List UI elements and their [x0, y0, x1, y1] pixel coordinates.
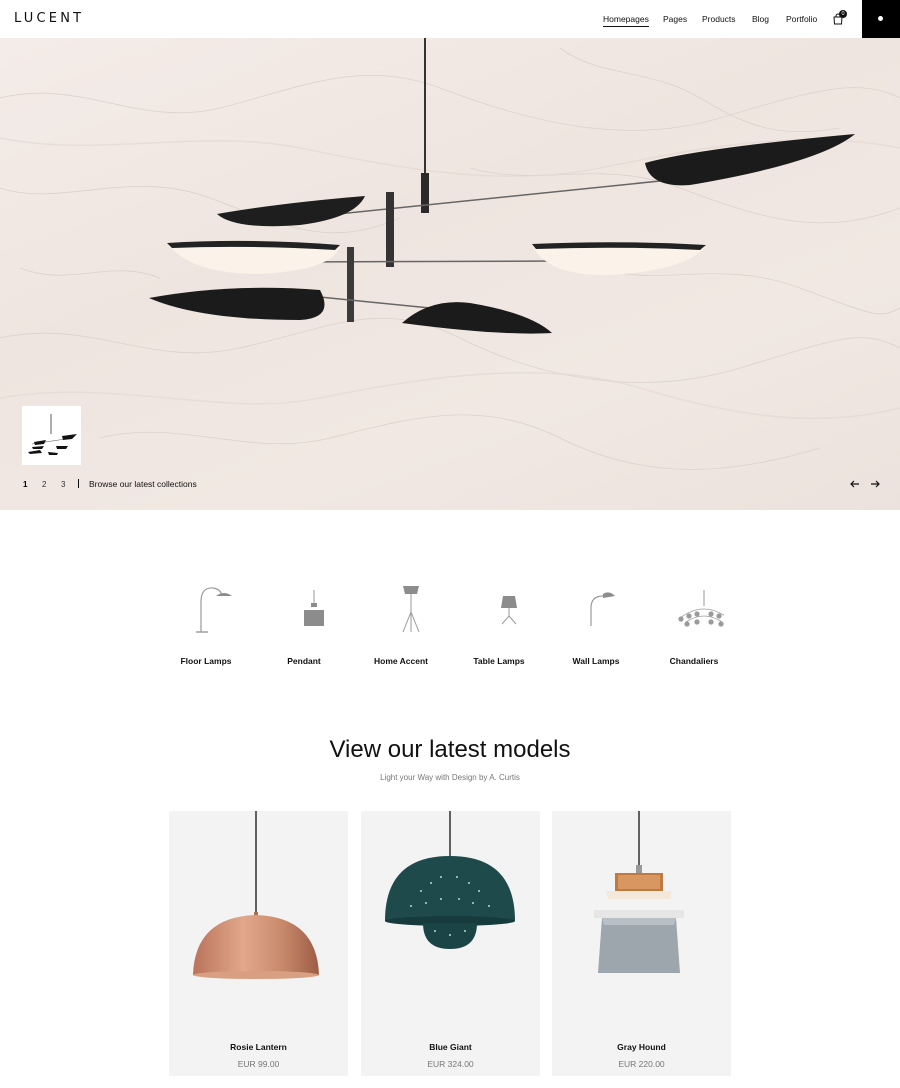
category-wall-lamps[interactable] — [557, 582, 637, 638]
copper-pendant-image — [193, 811, 319, 979]
product-name[interactable]: Gray Hound — [552, 1042, 731, 1052]
slide-page-1[interactable]: 1 — [23, 480, 27, 489]
side-menu-button[interactable] — [862, 0, 900, 38]
wall-lamp-icon — [590, 592, 615, 626]
nav-homepages[interactable]: Homepages — [603, 14, 649, 27]
category-chandaliers[interactable] — [654, 582, 734, 638]
product-card-gray-hound[interactable]: Gray Hound EUR 220.00 — [552, 811, 731, 1076]
section-title: View our latest models — [329, 736, 571, 763]
category-table-lamps[interactable] — [459, 582, 539, 638]
table-lamp-icon — [501, 596, 517, 625]
slide-thumbnail[interactable] — [22, 406, 81, 465]
product-card-blue-giant[interactable]: Blue Giant EUR 324.00 — [361, 811, 540, 1076]
arrow-left-icon[interactable] — [849, 478, 861, 490]
category-label-floor-lamps[interactable]: Floor Lamps — [161, 656, 251, 666]
category-label-pendant[interactable]: Pendant — [259, 656, 349, 666]
nav-pages[interactable]: Pages — [663, 14, 687, 24]
slide-page-3[interactable]: 3 — [61, 480, 65, 489]
nav-products[interactable]: Products — [702, 14, 736, 24]
hero-slider: 1 2 3 Browse our latest collections — [0, 38, 900, 510]
category-label-home-accent[interactable]: Home Accent — [356, 656, 446, 666]
teal-pendant-image — [385, 811, 515, 949]
browse-collections-link[interactable]: Browse our latest collections — [89, 479, 197, 489]
section-subtitle: Light your Way with Design by A. Curtis — [380, 773, 520, 782]
chandelier-icon — [678, 590, 724, 627]
category-label-wall-lamps[interactable]: Wall Lamps — [551, 656, 641, 666]
product-price: EUR 324.00 — [427, 1059, 474, 1069]
chandelier-thumbnail-image — [28, 414, 77, 455]
gray-pendant-image — [594, 811, 684, 973]
product-price: EUR 99.00 — [237, 1059, 280, 1069]
menu-dot-icon — [878, 16, 883, 21]
category-pendant[interactable] — [264, 582, 344, 638]
site-header: LUCENT Homepages Pages Products Blog Por… — [0, 0, 900, 38]
slide-page-2[interactable]: 2 — [42, 480, 46, 489]
pendant-lamp-icon — [304, 590, 324, 626]
product-name[interactable]: Blue Giant — [361, 1042, 540, 1052]
site-logo[interactable]: LUCENT — [14, 11, 84, 26]
hero-chandelier-image — [149, 38, 855, 334]
cart-count-badge: 0 — [839, 10, 847, 18]
arrow-right-icon[interactable] — [869, 478, 881, 490]
nav-blog[interactable]: Blog — [752, 14, 769, 24]
category-home-accent[interactable] — [361, 582, 441, 638]
floor-lamp-icon — [196, 587, 232, 633]
tripod-lamp-icon — [402, 586, 420, 633]
product-card-rosie-lantern[interactable]: Rosie Lantern EUR 99.00 — [169, 811, 348, 1076]
product-price: EUR 220.00 — [618, 1059, 665, 1069]
category-label-chandaliers[interactable]: Chandaliers — [649, 656, 739, 666]
category-label-table-lamps[interactable]: Table Lamps — [454, 656, 544, 666]
category-floor-lamps[interactable] — [166, 582, 246, 638]
product-name[interactable]: Rosie Lantern — [169, 1042, 348, 1052]
pager-divider — [78, 479, 79, 488]
nav-portfolio[interactable]: Portfolio — [786, 14, 817, 24]
